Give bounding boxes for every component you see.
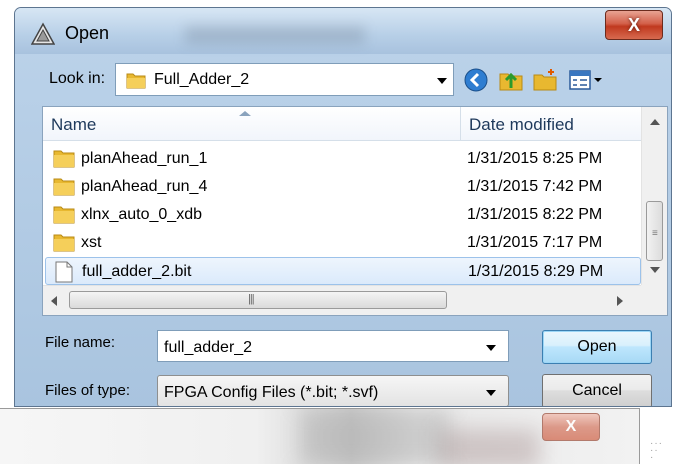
- column-header-name-label: Name: [51, 115, 97, 134]
- app-icon: [31, 22, 55, 45]
- look-in-label: Look in:: [49, 70, 106, 87]
- file-name-label: File name:: [45, 334, 116, 351]
- vertical-scrollbar[interactable]: ≡: [641, 107, 667, 285]
- open-button[interactable]: Open: [542, 330, 652, 364]
- column-header-date-label: Date modified: [469, 115, 574, 134]
- scroll-up-icon[interactable]: [650, 119, 660, 125]
- sort-arrow-icon: [239, 111, 251, 116]
- list-item-name: planAhead_run_4: [81, 178, 208, 195]
- list-item-date: 1/31/2015 8:29 PM: [468, 263, 604, 280]
- list-item[interactable]: planAhead_run_1 1/31/2015 8:25 PM: [45, 145, 641, 173]
- background-blur: [300, 409, 450, 464]
- list-item[interactable]: planAhead_run_4 1/31/2015 7:42 PM: [45, 173, 641, 201]
- horizontal-scroll-thumb[interactable]: |||: [69, 291, 447, 309]
- horizontal-scrollbar[interactable]: |||: [43, 285, 643, 315]
- cancel-button[interactable]: Cancel: [542, 374, 652, 406]
- column-header-name[interactable]: Name: [43, 107, 461, 141]
- file-icon: [55, 261, 73, 283]
- list-item-selected[interactable]: full_adder_2.bit 1/31/2015 8:29 PM: [45, 257, 641, 285]
- scroll-left-icon[interactable]: [51, 296, 57, 306]
- folder-icon: [53, 206, 75, 224]
- background-window: X: [0, 408, 640, 464]
- chevron-down-icon[interactable]: [486, 390, 496, 396]
- file-type-dropdown[interactable]: FPGA Config Files (*.bit; *.svf): [157, 375, 509, 406]
- scroll-corner: [641, 285, 667, 315]
- folder-icon: [53, 150, 75, 168]
- close-button[interactable]: X: [605, 10, 663, 40]
- window-title: Open: [65, 23, 110, 43]
- file-type-value: FPGA Config Files (*.bit; *.svf): [164, 384, 379, 401]
- file-list[interactable]: Name Date modified planAhead_run_1 1/31/…: [42, 106, 668, 316]
- file-name-input[interactable]: full_adder_2: [157, 330, 509, 362]
- list-item-date: 1/31/2015 8:25 PM: [467, 150, 603, 167]
- open-dialog: Open X Look in: Full_Adder_2 Name Date m…: [14, 7, 672, 407]
- background-blur: [440, 429, 540, 464]
- view-menu-icon[interactable]: [567, 66, 605, 94]
- file-name-value: full_adder_2: [164, 339, 253, 356]
- vertical-scroll-thumb[interactable]: ≡: [646, 201, 663, 261]
- background-close-button[interactable]: X: [542, 413, 600, 441]
- column-header-date[interactable]: Date modified: [461, 107, 641, 141]
- list-item-name: xlnx_auto_0_xdb: [81, 206, 202, 223]
- title-bar[interactable]: Open X: [15, 8, 671, 54]
- folder-icon: [53, 178, 75, 196]
- up-folder-icon[interactable]: [497, 66, 525, 94]
- list-item-date: 1/31/2015 8:22 PM: [467, 206, 603, 223]
- look-in-value: Full_Adder_2: [154, 71, 250, 88]
- scroll-right-icon[interactable]: [617, 296, 623, 306]
- chevron-down-icon[interactable]: [486, 345, 496, 351]
- scroll-down-icon[interactable]: [650, 267, 660, 273]
- list-item-name: full_adder_2.bit: [82, 263, 192, 280]
- chevron-down-icon[interactable]: [437, 78, 447, 84]
- back-icon[interactable]: [462, 66, 490, 94]
- folder-icon: [53, 234, 75, 252]
- look-in-dropdown[interactable]: Full_Adder_2: [115, 63, 454, 96]
- new-folder-icon[interactable]: [531, 66, 559, 94]
- list-item[interactable]: xst 1/31/2015 7:17 PM: [45, 229, 641, 257]
- list-item-name: xst: [81, 234, 102, 251]
- list-item-name: planAhead_run_1: [81, 150, 208, 167]
- file-type-label: Files of type:: [45, 382, 131, 399]
- title-bar-blur: [185, 26, 365, 44]
- list-item-date: 1/31/2015 7:42 PM: [467, 178, 603, 195]
- list-item-date: 1/31/2015 7:17 PM: [467, 234, 603, 251]
- resize-grip-icon[interactable]: ··· ·· ·: [650, 439, 663, 463]
- list-item[interactable]: xlnx_auto_0_xdb 1/31/2015 8:22 PM: [45, 201, 641, 229]
- folder-icon: [126, 73, 146, 89]
